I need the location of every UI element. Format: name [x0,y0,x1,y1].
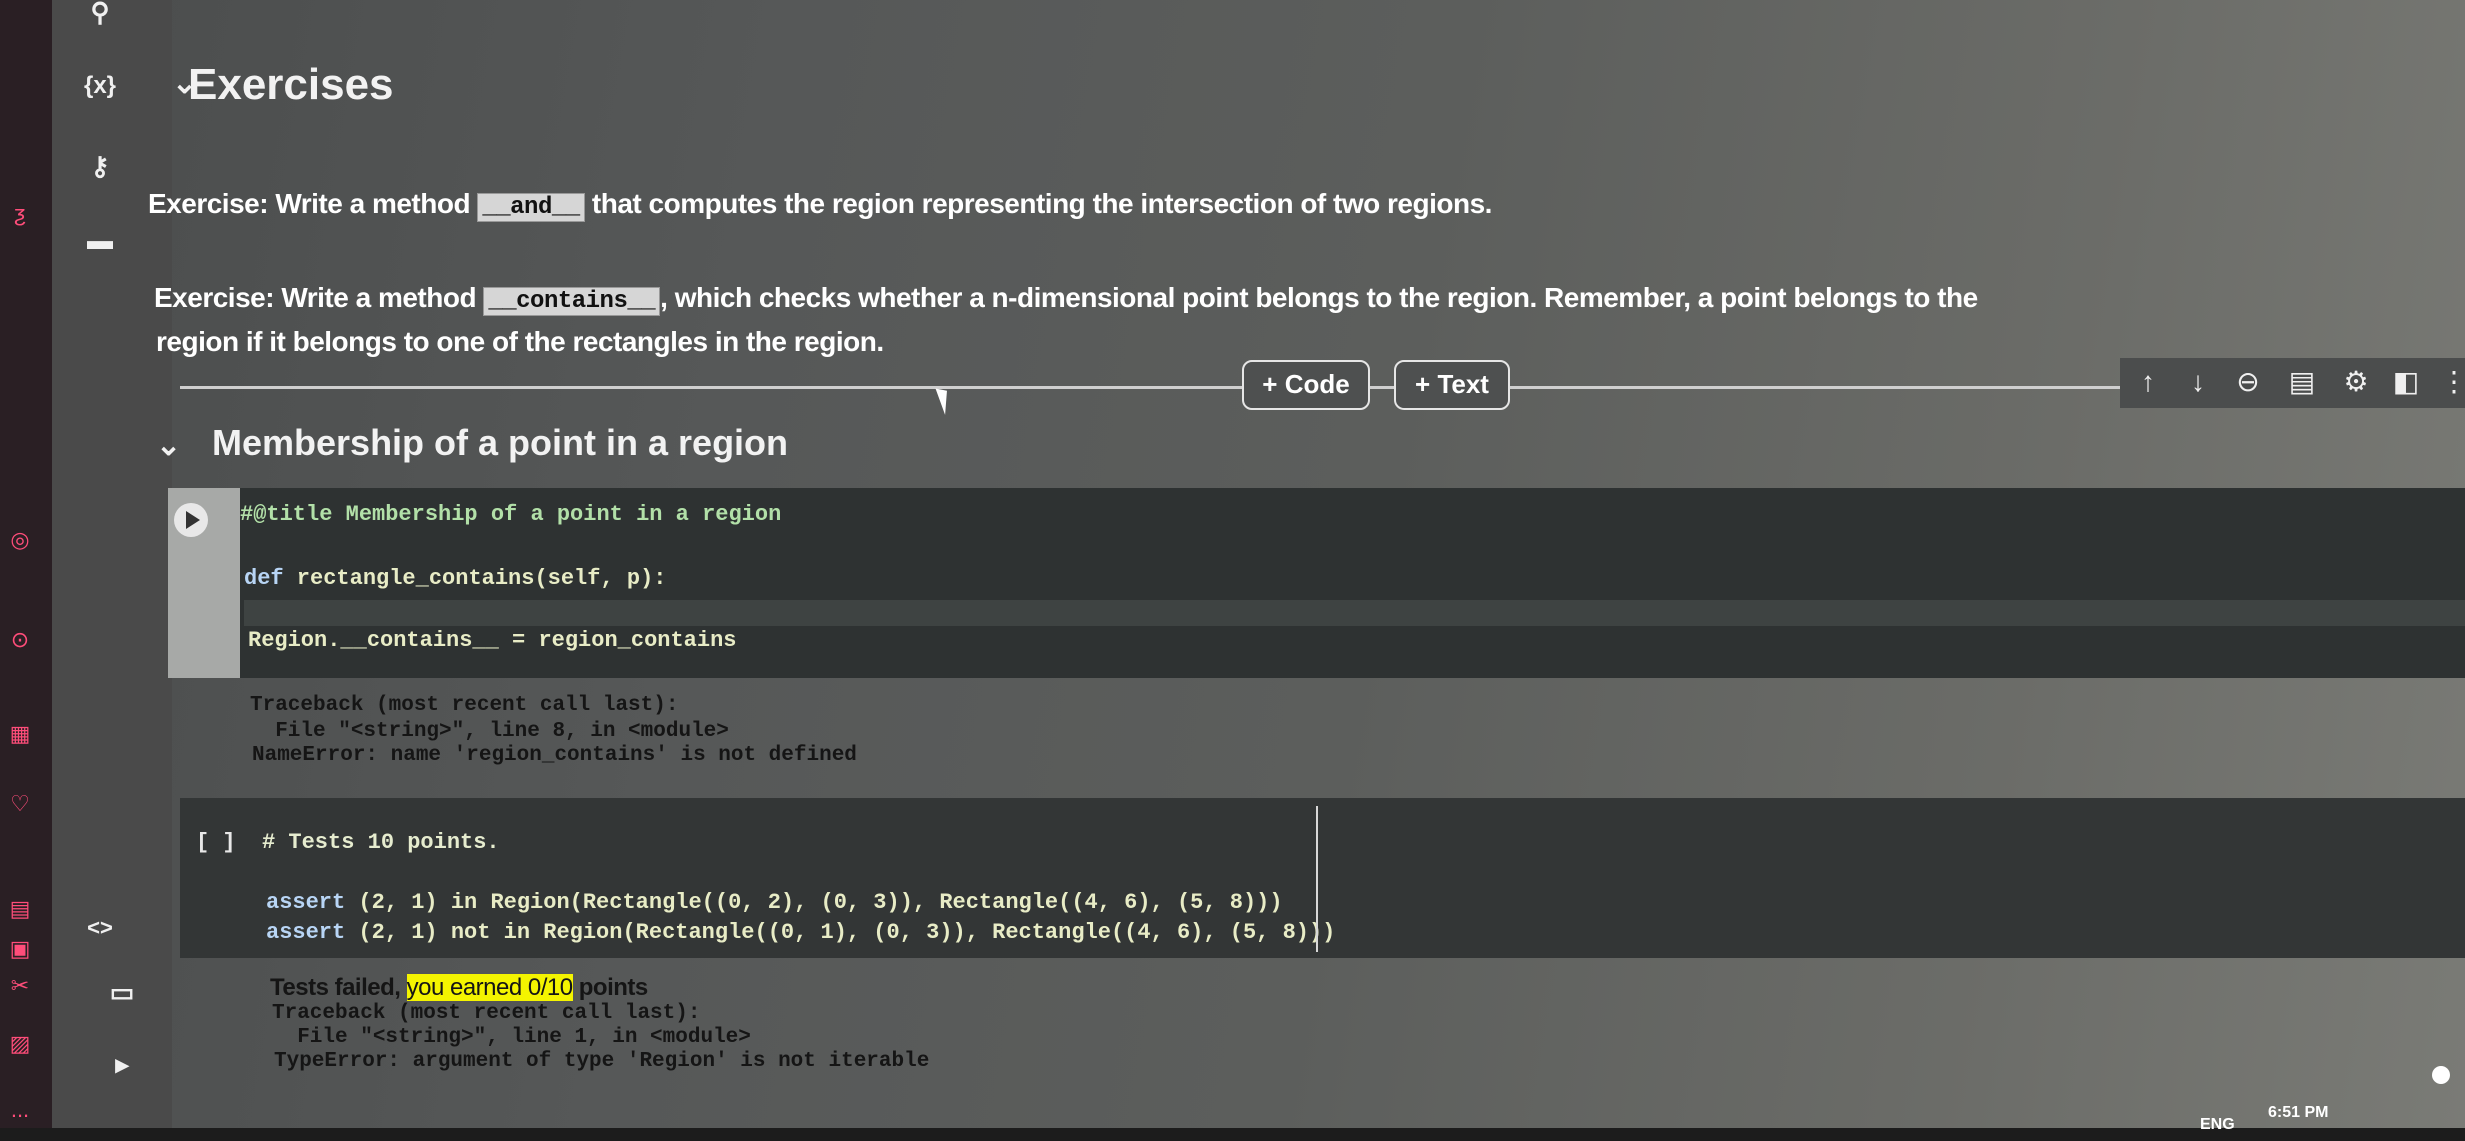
notebook-sidebar: ⚲ {x} ⚷ ▬ <> ▭ ▸ [52,0,172,1141]
grid-icon[interactable]: ▦ [6,720,34,748]
inline-code: __and__ [477,193,585,222]
code-line: #@title Membership of a point in a regio… [240,502,782,527]
output-line: Traceback (most recent call last): [272,1002,701,1025]
layout-icon[interactable]: ▤ [6,895,34,923]
instagram-icon[interactable]: ◎ [6,526,34,554]
output-line: File "<string>", line 1, in <module> [272,1026,751,1049]
add-code-button[interactable]: + Code [1242,360,1370,410]
inline-code: __contains__ [483,287,661,316]
exercise-1-text: Exercise: Write a method __and__ that co… [148,188,1492,222]
code-cell[interactable]: #@title Membership of a point in a regio… [240,488,2465,678]
score-highlight: you earned 0/10 [406,974,573,1001]
more-icon[interactable]: ... [6,1096,34,1124]
cell-prompt[interactable]: [ ] [196,830,236,855]
output-line: TypeError: argument of type 'Region' is … [274,1050,930,1073]
mirror-icon[interactable]: ◧ [2390,366,2422,398]
more-icon[interactable]: ⋮ [2438,366,2465,398]
screen: ƺ ◎ ⊙ ▦ ♡ ▤ ▣ ✂ ▨ ... ⚲ {x} ⚷ ▬ <> ▭ ▸ ⌄… [0,0,2465,1141]
os-app-strip: ƺ ◎ ⊙ ▦ ♡ ▤ ▣ ✂ ▨ ... [0,0,52,1141]
app-icon[interactable]: ƺ [6,200,34,228]
code-line: assert (2, 1) in Region(Rectangle((0, 2)… [266,890,1283,915]
exercise-2-text-line2: region if it belongs to one of the recta… [156,326,884,357]
search-icon[interactable]: ⚲ [80,0,120,30]
cell-toolbar: ↑ ↓ ⊖ ▤ ⚙ ◧ ⋮ [2120,358,2465,408]
os-taskbar [0,1128,2465,1141]
move-up-icon[interactable]: ↑ [2132,366,2164,398]
code-line: Region.__contains__ = region_contains [248,628,737,653]
collapsed-code-lines [244,600,2465,626]
section-title-exercises: Exercises [188,60,394,109]
link-icon[interactable]: ⊖ [2232,366,2264,398]
exercise-2-text: Exercise: Write a method __contains__, w… [154,282,1978,316]
add-cell-divider [180,386,2120,389]
language-indicator[interactable]: ENG [2200,1116,2235,1134]
section-title-membership: Membership of a point in a region [212,422,789,463]
code-line: assert (2, 1) not in Region(Rectangle((0… [266,920,1336,945]
ruler-line [1316,806,1318,952]
folder-icon[interactable]: ▬ [80,222,120,258]
output-line: NameError: name 'region_contains' is not… [252,744,857,767]
tools-icon[interactable]: ✂ [6,972,34,1000]
chip-icon[interactable]: ▣ [6,935,34,963]
output-line: Traceback (most recent call last): [250,694,679,717]
image-icon[interactable]: ▨ [6,1030,34,1058]
output-line: File "<string>", line 8, in <module> [250,720,729,743]
code-snippets-icon[interactable]: <> [80,910,120,946]
tests-code-cell[interactable]: [ ] # Tests 10 points. assert (2, 1) in … [180,798,2465,958]
code-line: # Tests 10 points. [262,830,500,855]
run-cell-button[interactable] [174,503,208,537]
scroll-indicator[interactable] [2432,1066,2450,1084]
clock[interactable]: 6:51 PM [2268,1104,2328,1122]
command-palette-icon[interactable]: ▭ [102,974,142,1010]
code-line: def rectangle_contains(self, p): [244,566,667,591]
key-icon[interactable]: ⚷ [80,148,120,184]
comment-icon[interactable]: ▤ [2286,366,2318,398]
tests-result: Tests failed, you earned 0/10 points [270,974,648,1001]
terminal-icon[interactable]: ▸ [102,1046,142,1082]
play-icon[interactable]: ⊙ [6,626,34,654]
settings-icon[interactable]: ⚙ [2340,366,2372,398]
heart-icon[interactable]: ♡ [6,790,34,818]
collapse-chevron-icon[interactable]: ⌄ [156,428,181,463]
move-down-icon[interactable]: ↓ [2182,366,2214,398]
add-text-button[interactable]: + Text [1394,360,1510,410]
variables-icon[interactable]: {x} [80,68,120,104]
